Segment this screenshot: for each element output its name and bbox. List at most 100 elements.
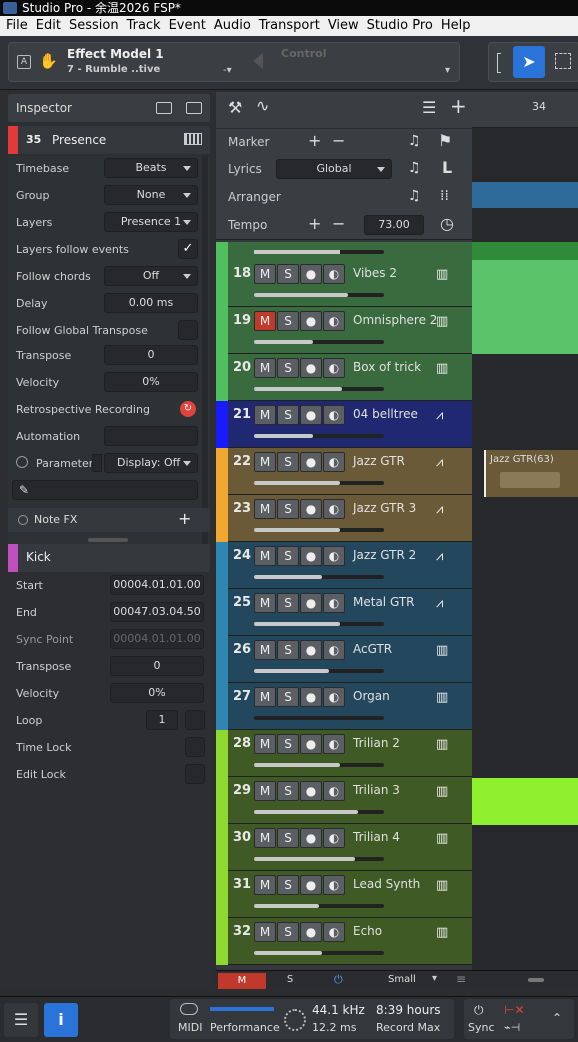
record-arm-button[interactable]: ● xyxy=(300,358,322,378)
marker-flag-icon[interactable]: ⚑ xyxy=(438,131,452,150)
mute-button[interactable]: M xyxy=(254,734,276,754)
track-row[interactable]: 22 M S ● ◐ Jazz GTR ⩘ xyxy=(216,448,472,495)
add-marker-icon[interactable]: + xyxy=(308,131,321,150)
mute-button[interactable]: M xyxy=(254,311,276,331)
menu-studio-pro[interactable]: Studio Pro xyxy=(363,16,437,36)
prev-arrow-icon[interactable] xyxy=(253,53,263,69)
clip-jazz-gtr[interactable]: Jazz GTR(63) xyxy=(484,450,578,497)
record-arm-button[interactable]: ● xyxy=(300,311,322,331)
remove-tempo-icon[interactable]: − xyxy=(332,214,345,233)
loop-checkbox[interactable] xyxy=(185,710,205,730)
solo-button[interactable]: S xyxy=(277,264,299,284)
monitor-button[interactable]: ◐ xyxy=(323,264,345,284)
volume-fader[interactable] xyxy=(254,528,384,532)
tempo-field[interactable]: 73.00 xyxy=(364,215,424,235)
inspector-scrollbar[interactable] xyxy=(202,156,208,544)
record-arm-button[interactable]: ● xyxy=(300,640,322,660)
solo-button[interactable]: S xyxy=(277,687,299,707)
partial-track-fader[interactable] xyxy=(254,250,384,254)
expand-up-icon[interactable]: ⌃ xyxy=(552,1011,562,1025)
timeline-ruler[interactable]: 34 xyxy=(472,92,578,128)
mute-button[interactable]: M xyxy=(254,264,276,284)
hand-icon[interactable]: ✋ xyxy=(39,52,58,70)
mute-button[interactable]: M xyxy=(254,499,276,519)
performance-panel[interactable]: MIDI Performance 44.1 kHz 12.2 ms 8:39 h… xyxy=(170,999,454,1039)
lyrics-dropdown[interactable]: Global xyxy=(276,159,392,179)
lyrics-note-icon[interactable]: ♫ xyxy=(408,160,421,176)
track-row[interactable]: 27 M S ● ◐ Organ ▥ xyxy=(216,683,472,730)
event-transpose-field[interactable]: 0 xyxy=(110,656,204,676)
menu-audio[interactable]: Audio xyxy=(210,16,255,36)
add-track-icon[interactable]: + xyxy=(450,94,467,118)
loop-icon[interactable]: ⌁⊣ xyxy=(504,1021,520,1034)
arranger-grid-icon[interactable]: ⁞⁞ xyxy=(440,188,449,204)
arranger-note-icon[interactable]: ♫ xyxy=(408,188,421,204)
volume-fader[interactable] xyxy=(254,951,384,955)
monitor-button[interactable]: ◐ xyxy=(323,922,345,942)
solo-button[interactable]: S xyxy=(277,734,299,754)
metronome-icon[interactable]: ⊢✕ xyxy=(504,1003,525,1017)
track-row[interactable]: 23 M S ● ◐ Jazz GTR 3 ⩘ xyxy=(216,495,472,542)
mute-button[interactable]: M xyxy=(254,405,276,425)
power-icon[interactable] xyxy=(16,456,28,468)
monitor-button[interactable]: ◐ xyxy=(323,828,345,848)
menu-track[interactable]: Track xyxy=(123,16,165,36)
monitor-button[interactable]: ◐ xyxy=(323,452,345,472)
tempo-clock-icon[interactable]: ◷ xyxy=(440,214,454,233)
solo-button[interactable]: S xyxy=(277,311,299,331)
monitor-button[interactable]: ◐ xyxy=(323,358,345,378)
solo-button[interactable]: S xyxy=(277,452,299,472)
menu-icon[interactable]: ☰ xyxy=(4,1003,38,1037)
record-arm-button[interactable]: ● xyxy=(300,452,322,472)
sync-panel[interactable]: ⏻ Sync ⊢✕ ⌁⊣ ⌃ xyxy=(464,999,574,1039)
layers-dropdown[interactable]: Presence 1 xyxy=(104,212,198,232)
volume-fader[interactable] xyxy=(254,669,384,673)
volume-fader[interactable] xyxy=(254,340,384,344)
track-row[interactable]: 21 M S ● ◐ 04 belltree ⩘ xyxy=(216,401,472,448)
volume-fader[interactable] xyxy=(254,481,384,485)
solo-button[interactable]: S xyxy=(277,499,299,519)
record-arm-button[interactable]: ● xyxy=(300,546,322,566)
monitor-button[interactable]: ◐ xyxy=(323,546,345,566)
panel-resize-handle[interactable] xyxy=(88,538,128,542)
track-row[interactable]: 20 M S ● ◐ Box of trick ▥ xyxy=(216,354,472,401)
solo-button[interactable]: S xyxy=(277,640,299,660)
monitor-button[interactable]: ◐ xyxy=(323,593,345,613)
record-arm-button[interactable]: ● xyxy=(300,828,322,848)
timebase-dropdown[interactable]: Beats xyxy=(104,158,198,178)
arranger-section[interactable] xyxy=(472,182,578,208)
time-lock-checkbox[interactable] xyxy=(185,737,205,757)
automation-curve-icon[interactable]: ∿ xyxy=(256,96,269,115)
volume-fader[interactable] xyxy=(254,434,384,438)
record-arm-button[interactable]: ● xyxy=(300,875,322,895)
menu-session[interactable]: Session xyxy=(65,16,123,36)
loop-field[interactable]: 1 xyxy=(146,710,178,730)
track-row[interactable]: 19 M S ● ◐ Omnisphere 2 ▥ xyxy=(216,307,472,354)
note-fx-power-icon[interactable] xyxy=(18,515,28,525)
display-dropdown[interactable]: Display: Off xyxy=(104,453,198,473)
volume-fader[interactable] xyxy=(254,293,384,297)
mute-button[interactable]: M xyxy=(254,640,276,660)
follow-chords-dropdown[interactable]: Off xyxy=(104,266,198,286)
preset-dropdown-icon[interactable]: -▾ xyxy=(223,65,232,76)
track-row[interactable]: 30 M S ● ◐ Trilian 4 ▥ xyxy=(216,824,472,871)
track-list-menu-icon[interactable]: ☰ xyxy=(422,98,436,117)
volume-fader[interactable] xyxy=(254,622,384,626)
automation-icon[interactable]: A xyxy=(17,55,31,69)
mute-button[interactable]: M xyxy=(254,452,276,472)
start-field[interactable]: 00004.01.01.00 xyxy=(110,575,204,595)
menu-transport[interactable]: Transport xyxy=(255,16,324,36)
monitor-button[interactable]: ◐ xyxy=(323,499,345,519)
solo-button[interactable]: S xyxy=(277,358,299,378)
monitor-button[interactable]: ◐ xyxy=(323,734,345,754)
monitor-button[interactable]: ◐ xyxy=(323,687,345,707)
scroll-thumb[interactable] xyxy=(528,978,544,982)
marker-note-icon[interactable]: ♫ xyxy=(408,133,421,149)
mute-button[interactable]: M xyxy=(254,875,276,895)
mute-button[interactable]: M xyxy=(254,781,276,801)
list-menu-icon[interactable]: ≡ xyxy=(456,972,466,986)
add-tempo-icon[interactable]: + xyxy=(308,214,321,233)
volume-fader[interactable] xyxy=(254,810,384,814)
volume-fader[interactable] xyxy=(254,716,384,720)
solo-button[interactable]: S xyxy=(277,546,299,566)
